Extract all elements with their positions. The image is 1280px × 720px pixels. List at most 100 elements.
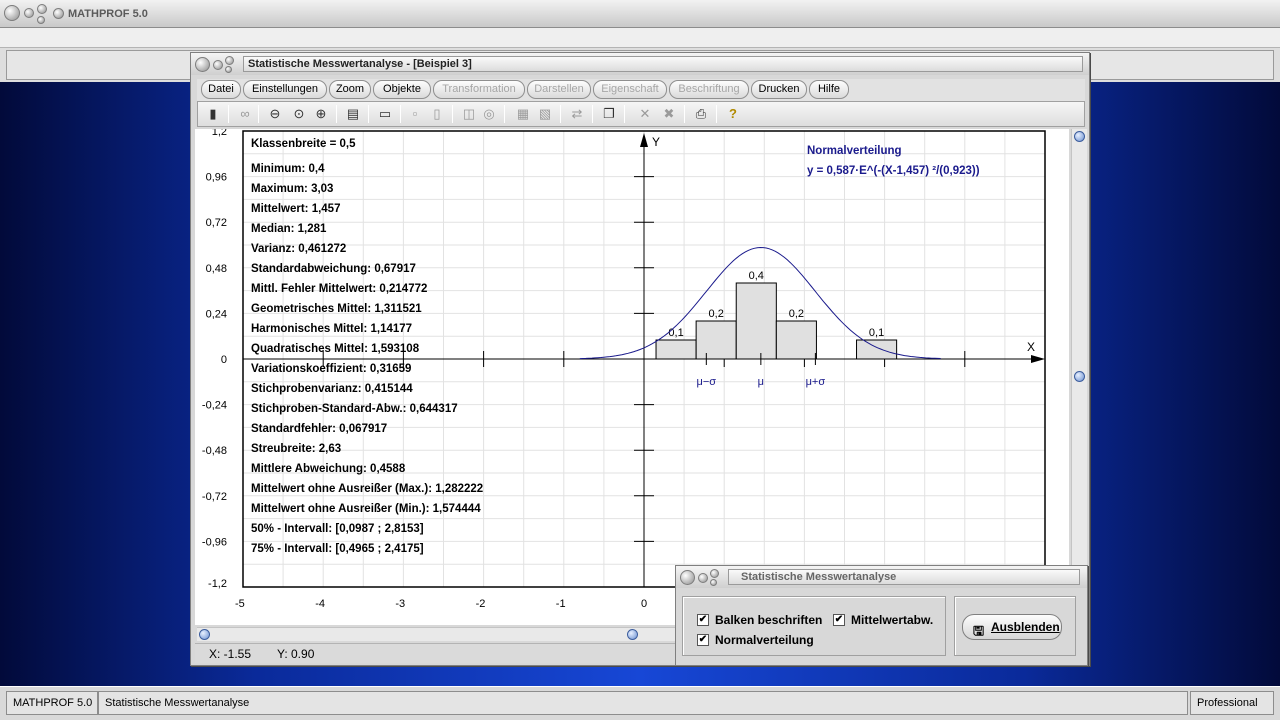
arrange-icon[interactable]: ⇄ [568, 105, 586, 123]
vertical-scroll-thumb[interactable] [1074, 371, 1085, 382]
menu-transformation[interactable]: Transformation [433, 80, 525, 99]
menu-beschriftung[interactable]: Beschriftung [669, 80, 749, 99]
hide-icon: 🖫 [973, 623, 985, 638]
stat-line: Quadratisches Mittel: 1,593108 [251, 343, 420, 355]
horizontal-scroll-left[interactable] [199, 629, 210, 640]
grid-small-icon[interactable]: ◫ [460, 105, 478, 123]
app-menu-strip [0, 28, 1280, 48]
print-icon[interactable]: ⎙ [692, 105, 710, 123]
balken-checkbox[interactable]: ✔ Balken beschriften [697, 613, 822, 627]
status-edition: Professional [1190, 691, 1274, 715]
status-app: MATHPROF 5.0 [6, 691, 98, 715]
y-tick-label: -1,2 [208, 578, 227, 590]
menu-datei[interactable]: Datei [201, 80, 241, 99]
window-close-button[interactable] [225, 56, 234, 65]
normalverteilung-checkbox[interactable]: ✔ Normalverteilung [697, 633, 814, 647]
sigma-label: μ [758, 376, 764, 388]
x-tick-label: -4 [315, 598, 325, 610]
app-system-button[interactable] [4, 5, 20, 21]
help-icon[interactable]: ? [724, 105, 742, 123]
sigma-label: μ−σ [697, 376, 717, 388]
dialog-close-button[interactable] [710, 569, 719, 578]
delete-icon[interactable]: ✕ [636, 105, 654, 123]
histogram-chart[interactable]: XY-5-4-3-2-10123451,20,960,720,480,240-0… [195, 126, 1069, 625]
dialog-system-button[interactable] [680, 570, 695, 585]
window-restore-button[interactable] [225, 66, 232, 73]
app-close-button[interactable] [37, 4, 47, 14]
plot-area[interactable]: XY-5-4-3-2-10123451,20,960,720,480,240-0… [195, 126, 1069, 625]
histogram-bar [735, 282, 777, 360]
y-tick-label: 0 [221, 354, 227, 366]
stat-line: Streubreite: 2,63 [251, 443, 341, 455]
menu-zoom[interactable]: Zoom [329, 80, 371, 99]
histogram-bar [856, 339, 898, 360]
y-tick-label: -0,72 [202, 491, 227, 503]
bar-value-label: 0,1 [668, 327, 683, 339]
coordinate-bar: X: -1.55 Y: 0.90 [195, 643, 679, 663]
x-tick-label: -5 [235, 598, 245, 610]
stat-line: Stichproben-Standard-Abw.: 0,644317 [251, 403, 458, 415]
grid-icon[interactable]: ◎ [480, 105, 498, 123]
toolbar: ▮ ∞ ⊖ ⊙ ⊕ ▤ ▭ ▫ ▯ ◫ ◎ ▦ ▧ ⇄ ❐ ✕ ✖ ⎙ ? [197, 101, 1085, 127]
x-axis-arrow [1031, 355, 1045, 363]
double-box-icon[interactable]: ▯ [428, 105, 446, 123]
stat-line: Mittlere Abweichung: 0,4588 [251, 463, 406, 475]
horizontal-scroll-thumb[interactable] [627, 629, 638, 640]
vertical-scrollbar[interactable] [1071, 129, 1087, 565]
status-bar: MATHPROF 5.0 Statistische Messwertanalys… [0, 686, 1280, 720]
zoom-reset-icon[interactable]: ⊙ [290, 105, 308, 123]
horizontal-scrollbar[interactable] [197, 627, 677, 641]
glasses-icon[interactable]: ∞ [236, 105, 254, 123]
window-minimize-button[interactable] [213, 60, 223, 70]
dialog-title: Statistische Messwertanalyse [741, 571, 897, 583]
zoom-out-icon[interactable]: ⊖ [266, 105, 284, 123]
balken-check-icon: ✔ [697, 614, 709, 626]
menu-eigenschaft[interactable]: Eigenschaft [593, 80, 667, 99]
x-tick-label: -2 [476, 598, 486, 610]
normalverteilung-label: Normalverteilung [715, 633, 814, 647]
copy-icon[interactable]: ❐ [600, 105, 618, 123]
menu-drucken[interactable]: Drucken [751, 80, 807, 99]
table-icon[interactable]: ▦ [514, 105, 532, 123]
histogram-bar [655, 339, 697, 360]
mittelwertabw-checkbox[interactable]: ✔ Mittelwertabw. [833, 613, 933, 627]
properties-icon[interactable]: ▤ [344, 105, 362, 123]
delete-all-icon[interactable]: ✖ [660, 105, 678, 123]
app-restore-button[interactable] [37, 16, 45, 24]
x-axis-label: X [1027, 340, 1035, 354]
stat-line: Mittelwert ohne Ausreißer (Max.): 1,2822… [251, 483, 483, 495]
stat-line: Standardabweichung: 0,67917 [251, 263, 416, 275]
y-tick-label: 0,96 [206, 172, 227, 184]
app-minimize-button[interactable] [24, 8, 34, 18]
app-title-icon [53, 8, 64, 19]
options-group: ✔ Balken beschriften ✔ Mittelwertabw. ✔ Nor… [682, 596, 946, 656]
menu-objekte[interactable]: Objekte [373, 80, 431, 99]
menu-einstellungen[interactable]: Einstellungen [243, 80, 327, 99]
stat-line: Standardfehler: 0,067917 [251, 423, 387, 435]
stat-line: 75% - Intervall: [0,4965 ; 2,4175] [251, 543, 424, 555]
zoom-in-icon[interactable]: ⊕ [312, 105, 330, 123]
window-icon[interactable]: ▭ [376, 105, 394, 123]
x-tick-label: -3 [395, 598, 405, 610]
y-axis-label: Y [652, 135, 660, 149]
app-title: MATHPROF 5.0 [68, 8, 148, 20]
menu-darstellen[interactable]: Darstellen [527, 80, 591, 99]
stat-line: 50% - Intervall: [0,0987 ; 2,8153] [251, 523, 424, 535]
stat-line: Minimum: 0,4 [251, 163, 325, 175]
calculator-icon[interactable]: ▮ [204, 105, 222, 123]
y-tick-label: 0,24 [206, 308, 227, 320]
app-title-bar: MATHPROF 5.0 [0, 0, 1280, 28]
dialog-restore-button[interactable] [710, 579, 717, 586]
stat-line: Stichprobenvarianz: 0,415144 [251, 383, 413, 395]
table-edit-icon[interactable]: ▧ [536, 105, 554, 123]
dialog-minimize-button[interactable] [698, 573, 708, 583]
formula-label: y = 0,587·E^(-(X-1,457) ²/(0,923)) [807, 165, 980, 177]
box-icon[interactable]: ▫ [406, 105, 424, 123]
y-tick-label: 1,2 [212, 129, 227, 138]
menu-hilfe[interactable]: Hilfe [809, 80, 849, 99]
bar-value-label: 0,2 [709, 308, 724, 320]
menu-bar: Datei Einstellungen Zoom Objekte Transfo… [197, 79, 1085, 101]
hide-button[interactable]: 🖫 Ausblenden [962, 614, 1062, 640]
window-system-button[interactable] [195, 57, 210, 72]
vertical-scroll-up[interactable] [1074, 131, 1085, 142]
